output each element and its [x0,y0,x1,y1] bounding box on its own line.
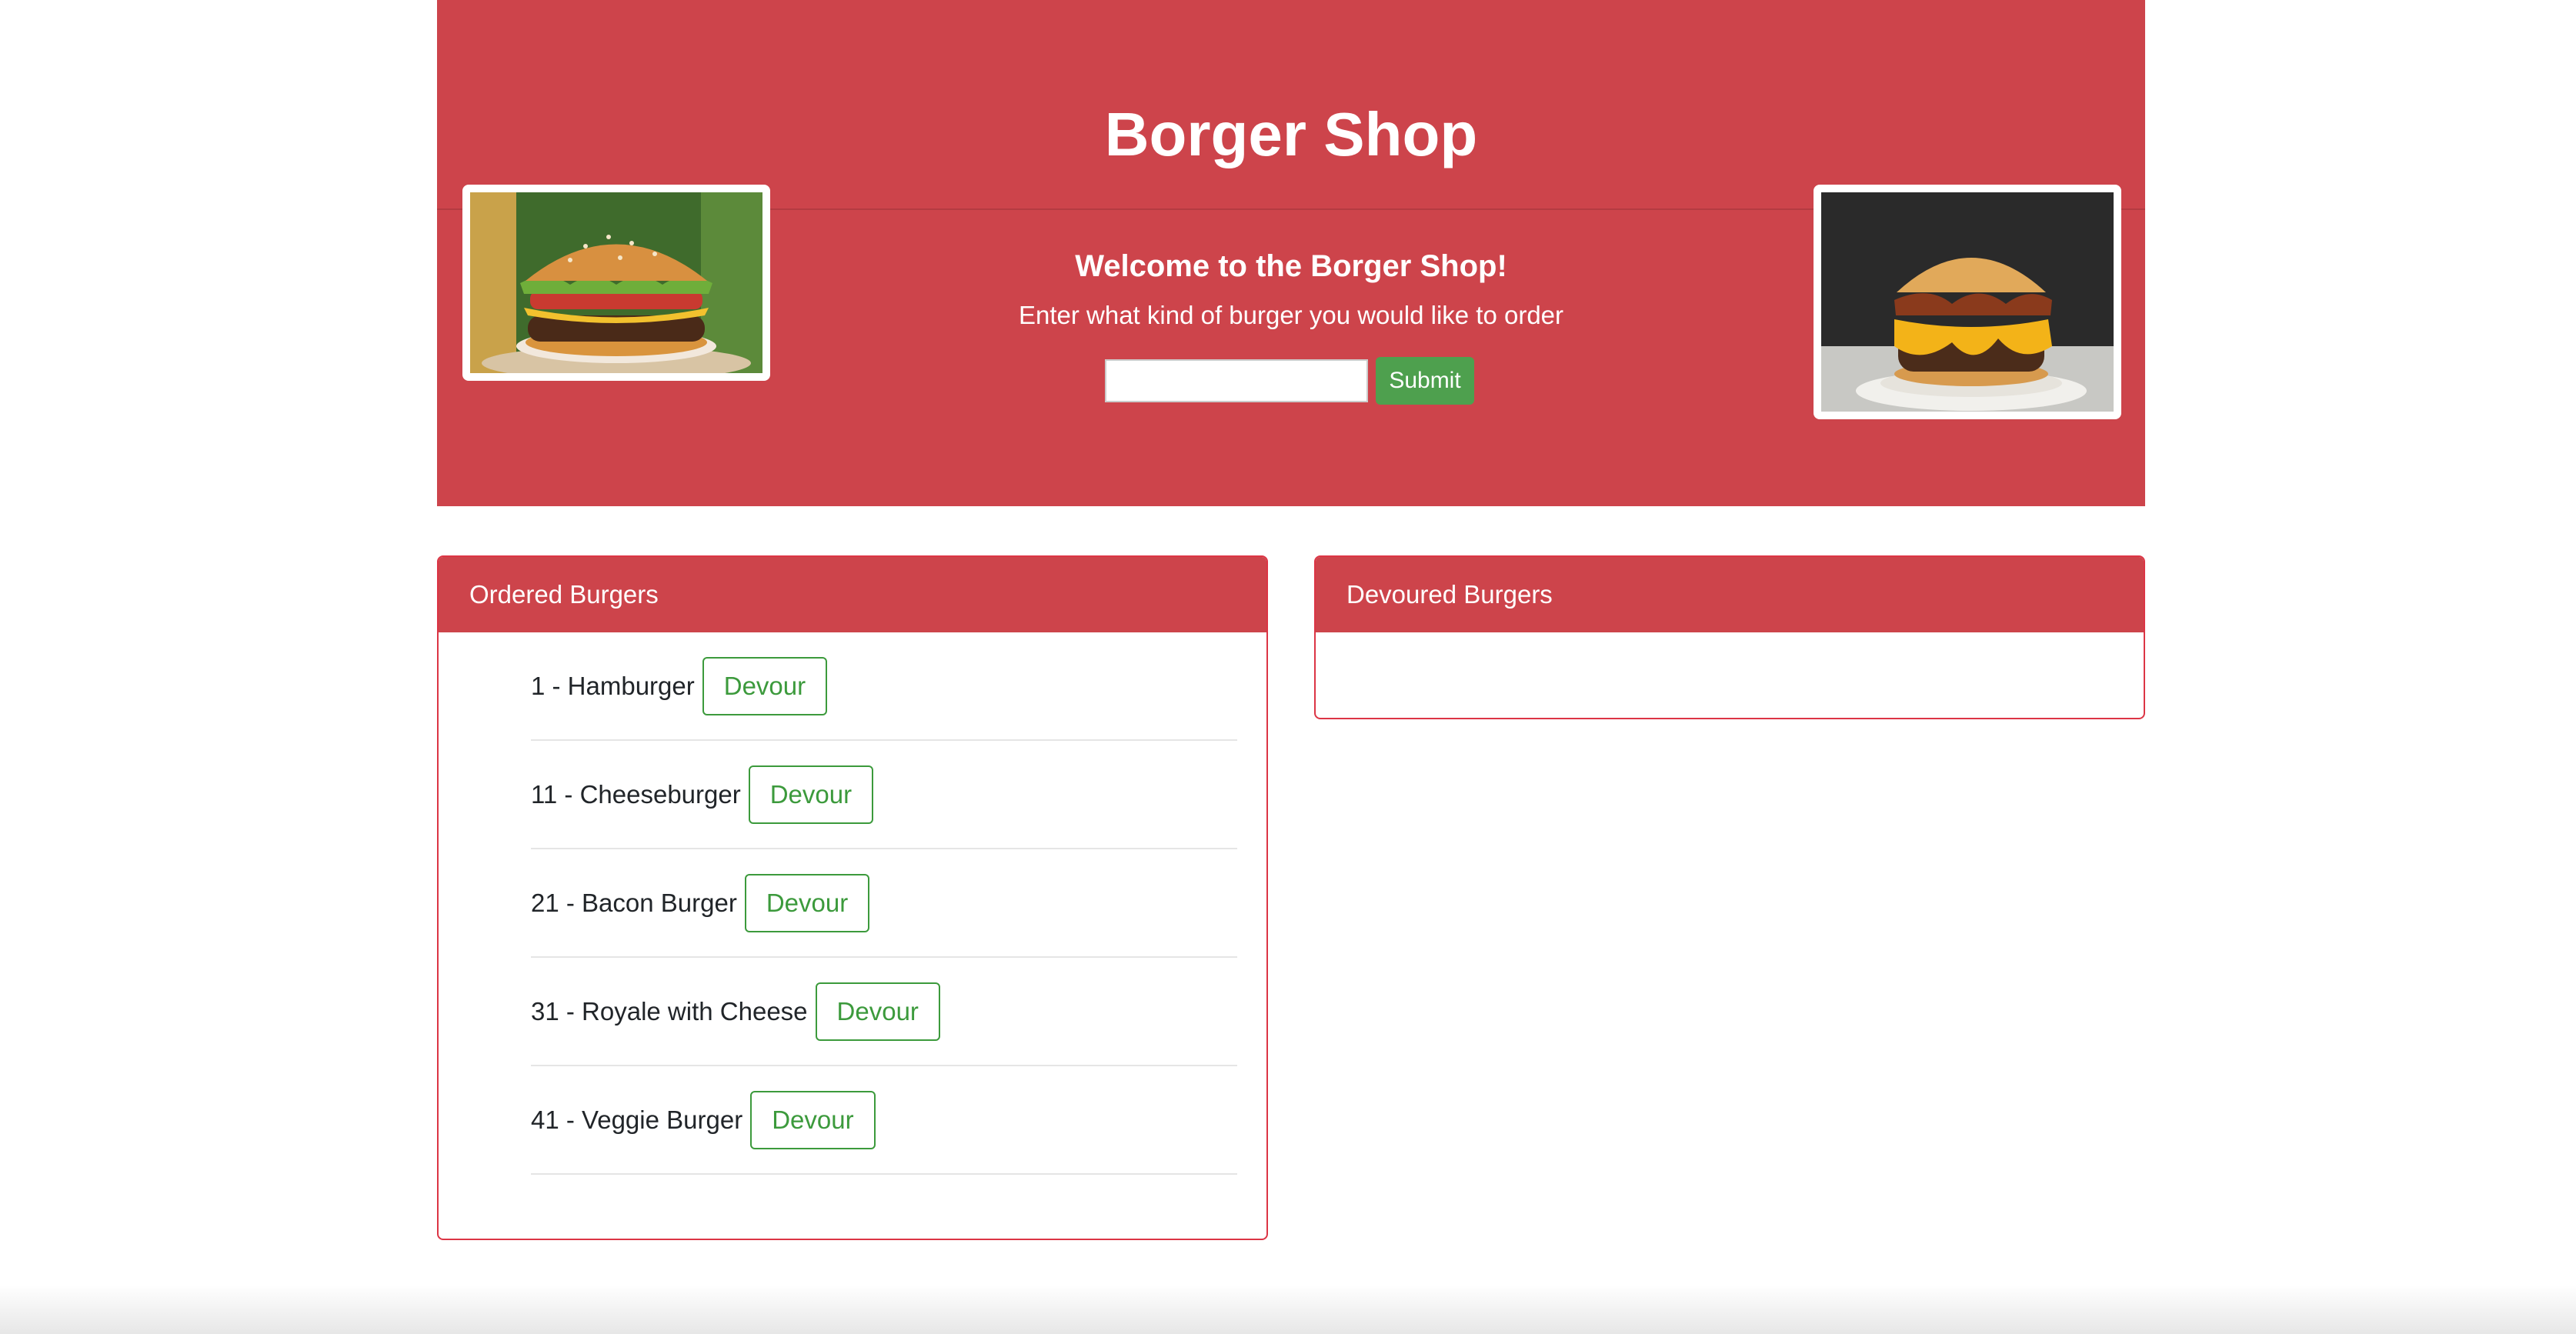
site-title: Borger Shop [1104,100,1478,168]
devour-button[interactable]: Devour [702,656,828,715]
list-item: 1 - Hamburger Devour [531,632,1237,741]
list-item: 31 - Royale with Cheese Devour [531,958,1237,1066]
burger-label: 1 - Hamburger [531,671,695,700]
ordered-burgers-card: Ordered Burgers 1 - Hamburger Devour 11 … [437,555,1268,1240]
devour-button[interactable]: Devour [815,982,940,1041]
burger-photo-right [1814,185,2121,419]
devour-button[interactable]: Devour [748,765,874,824]
list-item: 11 - Cheeseburger Devour [531,741,1237,849]
order-form: Submit [1105,357,1474,405]
list-item: 41 - Veggie Burger Devour [531,1066,1237,1175]
burger-label: 11 - Cheeseburger [531,779,741,809]
burger-name-input[interactable] [1105,359,1368,402]
burger-label: 41 - Veggie Burger [531,1105,743,1134]
burger-label: 31 - Royale with Cheese [531,996,808,1026]
classic-burger-image [470,192,762,373]
burger-label: 21 - Bacon Burger [531,888,737,917]
ordered-burger-list: 1 - Hamburger Devour 11 - Cheeseburger D… [531,632,1237,1175]
devour-button[interactable]: Devour [750,1090,876,1149]
page: Borger Shop Welcome to the Borger Shop! … [0,0,2576,1334]
devour-button[interactable]: Devour [744,873,870,932]
bacon-burger-image [1821,192,2114,412]
ordered-burgers-heading: Ordered Burgers [439,557,1266,632]
bottom-shadow [0,1285,2576,1334]
burger-photo-left [462,185,770,381]
devoured-burgers-card: Devoured Burgers [1314,555,2145,719]
submit-button[interactable]: Submit [1376,357,1474,405]
list-item: 21 - Bacon Burger Devour [531,849,1237,958]
devoured-burgers-heading: Devoured Burgers [1316,557,2144,632]
